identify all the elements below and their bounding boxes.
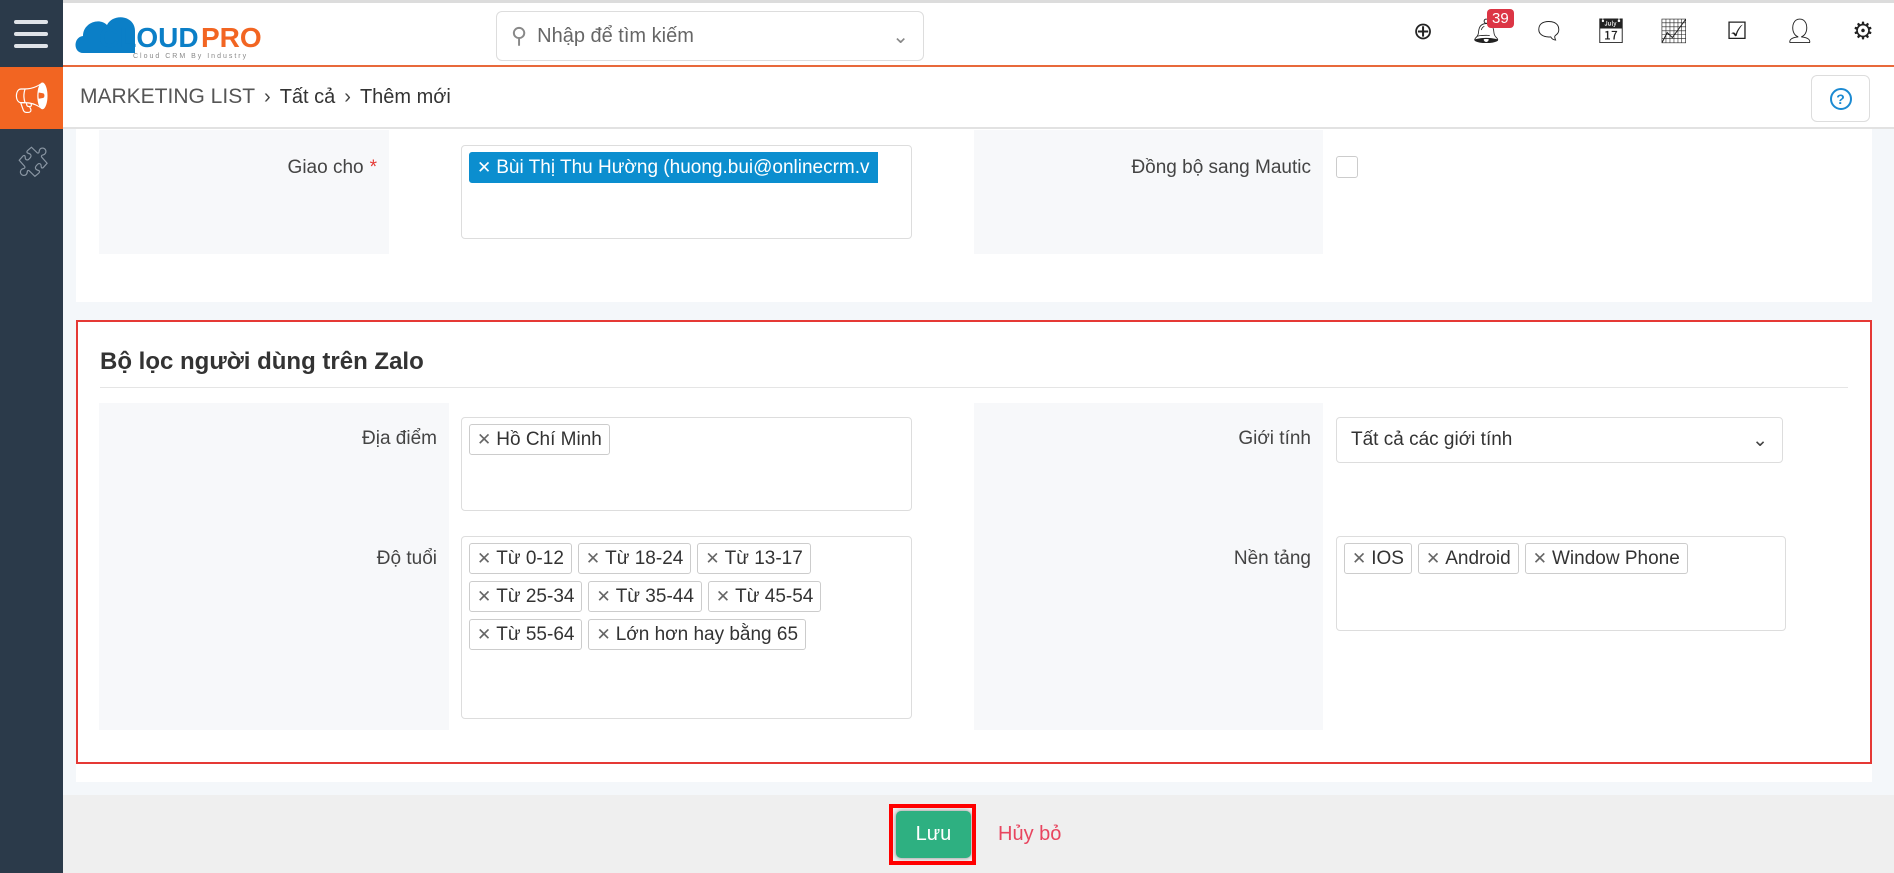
chart-icon[interactable]: 📈︎ [1659, 16, 1689, 46]
assignment-card: Giao cho * ✕ Bùi Thị Thu Hường (huong.bui@… [76, 129, 1872, 302]
calendar-icon[interactable]: 📅︎ [1596, 16, 1626, 46]
label-panel: Giao cho * [99, 130, 389, 254]
mautic-sync-checkbox[interactable] [1336, 156, 1358, 178]
help-button[interactable]: ? [1811, 75, 1870, 122]
breadcrumb-module[interactable]: MARKETING LIST [80, 85, 255, 109]
sidebar: 📢︎ 🧩︎ [0, 0, 63, 873]
plus-circle-icon[interactable]: ⊕ [1408, 16, 1438, 46]
form-content: Giao cho * ✕ Bùi Thị Thu Hường (huong.bui@… [63, 129, 1894, 795]
notification-badge: 39 [1487, 9, 1514, 28]
megaphone-icon[interactable]: 📢︎ [0, 67, 63, 129]
assign-to-field[interactable]: ✕ Bùi Thị Thu Hường (huong.bui@onlinecrm.… [461, 145, 912, 239]
remove-icon[interactable]: ✕ [477, 158, 491, 178]
form-footer: Lưu Hủy bỏ [63, 795, 1894, 873]
puzzle-icon[interactable]: 🧩︎ [14, 145, 52, 180]
chat-icon[interactable]: 🗨︎ [1534, 16, 1564, 46]
user-icon[interactable]: 👤︎ [1785, 16, 1815, 46]
checkbox-icon[interactable]: ☑ [1722, 16, 1752, 46]
assignee-chip: ✕ Bùi Thị Thu Hường (huong.bui@onlinecrm.… [469, 152, 878, 183]
mautic-sync-label: Đồng bộ sang Mautic [1131, 157, 1311, 178]
breadcrumb: MARKETING LIST › Tất cả › Thêm mới ? [63, 67, 1894, 129]
breadcrumb-current: Thêm mới [359, 85, 451, 108]
breadcrumb-all[interactable]: Tất cả [280, 86, 336, 109]
highlight-box [76, 320, 1872, 764]
cancel-link[interactable]: Hủy bỏ [998, 823, 1061, 846]
chevron-right-icon: › [264, 85, 271, 108]
save-highlight [889, 804, 976, 865]
help-icon: ? [1829, 87, 1852, 110]
chevron-right-icon: › [344, 85, 351, 108]
label-panel: Đồng bộ sang Mautic [974, 130, 1323, 254]
required-marker: * [369, 157, 377, 178]
gear-icon[interactable]: ⚙ [1848, 16, 1878, 46]
assign-label: Giao cho [287, 157, 364, 178]
